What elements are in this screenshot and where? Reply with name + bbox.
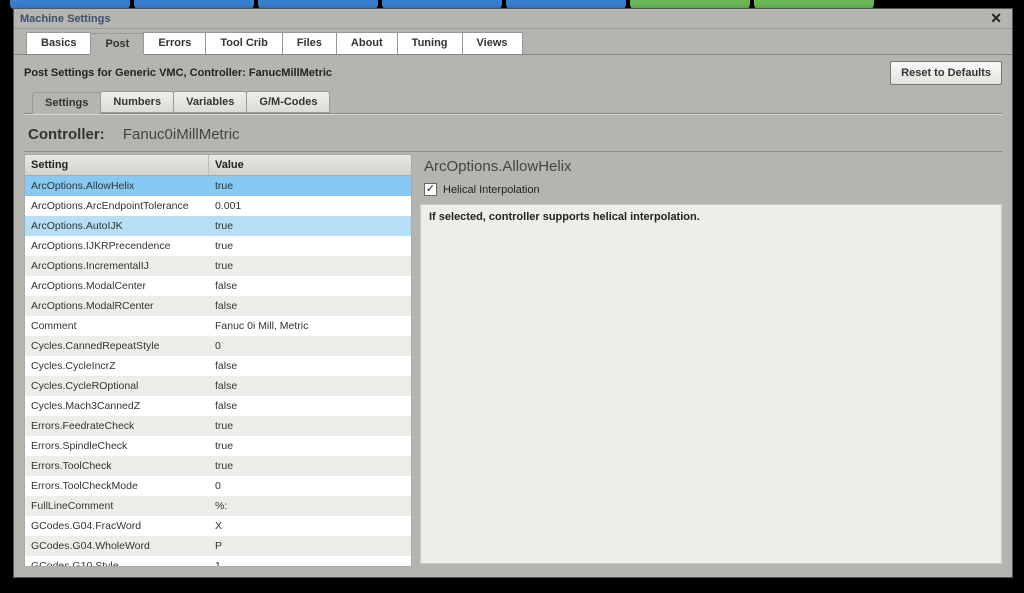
setting-value: %:	[209, 496, 411, 516]
tab-errors[interactable]: Errors	[143, 32, 206, 54]
description-text: If selected, controller supports helical…	[429, 211, 700, 223]
table-row[interactable]: CommentFanuc 0i Mill, Metric	[25, 316, 411, 336]
col-header-setting[interactable]: Setting	[25, 155, 209, 175]
table-row[interactable]: Errors.ToolCheckMode0	[25, 476, 411, 496]
setting-value: true	[209, 236, 411, 256]
setting-name: ArcOptions.IJKRPrecendence	[25, 236, 209, 256]
table-header: Setting Value	[25, 155, 411, 176]
setting-name: GCodes.G04.FracWord	[25, 516, 209, 536]
post-settings-subtitle: Post Settings for Generic VMC, Controlle…	[24, 67, 332, 79]
setting-name: Cycles.CannedRepeatStyle	[25, 336, 209, 356]
subtab-variables[interactable]: Variables	[173, 91, 247, 113]
setting-value: true	[209, 436, 411, 456]
setting-name: ArcOptions.AllowHelix	[25, 176, 209, 196]
setting-name: ArcOptions.IncrementalIJ	[25, 256, 209, 276]
setting-name: ArcOptions.ModalCenter	[25, 276, 209, 296]
table-row[interactable]: GCodes.G10.Style1	[25, 556, 411, 566]
table-row[interactable]: Cycles.CycleIncrZfalse	[25, 356, 411, 376]
tab-basics[interactable]: Basics	[26, 32, 91, 54]
setting-value: true	[209, 176, 411, 196]
detail-title: ArcOptions.AllowHelix	[420, 154, 1002, 181]
helical-interpolation-checkbox-row: ✓ Helical Interpolation	[420, 181, 1002, 204]
table-row[interactable]: Cycles.CycleROptionalfalse	[25, 376, 411, 396]
setting-name: GCodes.G10.Style	[25, 556, 209, 566]
setting-name: GCodes.G04.WholeWord	[25, 536, 209, 556]
table-row[interactable]: Cycles.CannedRepeatStyle0	[25, 336, 411, 356]
tab-tuning[interactable]: Tuning	[397, 32, 463, 54]
setting-name: Cycles.CycleROptional	[25, 376, 209, 396]
tab-post[interactable]: Post	[90, 33, 144, 55]
detail-panel: ArcOptions.AllowHelix ✓ Helical Interpol…	[420, 154, 1002, 567]
setting-value: 0.001	[209, 196, 411, 216]
setting-value: 0	[209, 336, 411, 356]
controller-heading: Controller: Fanuc0iMillMetric	[24, 120, 1002, 151]
setting-name: Errors.ToolCheckMode	[25, 476, 209, 496]
close-icon[interactable]: ✕	[986, 10, 1006, 27]
setting-value: true	[209, 456, 411, 476]
table-row[interactable]: ArcOptions.ModalCenterfalse	[25, 276, 411, 296]
table-row[interactable]: Errors.SpindleChecktrue	[25, 436, 411, 456]
window-title: Machine Settings	[20, 13, 110, 25]
controller-name: Fanuc0iMillMetric	[123, 126, 240, 143]
setting-value: false	[209, 356, 411, 376]
subtab-numbers[interactable]: Numbers	[100, 91, 174, 113]
table-row[interactable]: ArcOptions.ModalRCenterfalse	[25, 296, 411, 316]
table-row[interactable]: FullLineComment%:	[25, 496, 411, 516]
checkbox-label: Helical Interpolation	[443, 184, 540, 196]
setting-name: Errors.SpindleCheck	[25, 436, 209, 456]
subtab-settings[interactable]: Settings	[32, 92, 101, 114]
content-split: Setting Value ArcOptions.AllowHelixtrueA…	[24, 151, 1002, 567]
setting-value: Fanuc 0i Mill, Metric	[209, 316, 411, 336]
sub-tabs: SettingsNumbersVariablesG/M-Codes	[32, 91, 1002, 113]
tab-views[interactable]: Views	[462, 32, 523, 54]
main-tabs: BasicsPostErrorsTool CribFilesAboutTunin…	[14, 29, 1012, 54]
tab-files[interactable]: Files	[282, 32, 337, 54]
setting-value: P	[209, 536, 411, 556]
tab-tool-crib[interactable]: Tool Crib	[205, 32, 282, 54]
setting-name: ArcOptions.ArcEndpointTolerance	[25, 196, 209, 216]
description-box: If selected, controller supports helical…	[420, 204, 1002, 564]
setting-name: ArcOptions.ModalRCenter	[25, 296, 209, 316]
dialog-body: Post Settings for Generic VMC, Controlle…	[14, 54, 1012, 577]
setting-name: Errors.FeedrateCheck	[25, 416, 209, 436]
setting-value: true	[209, 416, 411, 436]
table-row[interactable]: ArcOptions.IncrementalIJtrue	[25, 256, 411, 276]
controller-label: Controller:	[28, 126, 105, 143]
setting-name: ArcOptions.AutoIJK	[25, 216, 209, 236]
subtab-g-m-codes[interactable]: G/M-Codes	[246, 91, 330, 113]
setting-value: true	[209, 256, 411, 276]
setting-value: false	[209, 276, 411, 296]
table-row[interactable]: Errors.ToolChecktrue	[25, 456, 411, 476]
table-body[interactable]: ArcOptions.AllowHelixtrueArcOptions.ArcE…	[25, 176, 411, 566]
reset-to-defaults-button[interactable]: Reset to Defaults	[890, 61, 1002, 85]
setting-name: Comment	[25, 316, 209, 336]
table-row[interactable]: Errors.FeedrateChecktrue	[25, 416, 411, 436]
setting-value: false	[209, 296, 411, 316]
machine-settings-dialog: Machine Settings ✕ BasicsPostErrorsTool …	[13, 8, 1013, 578]
table-row[interactable]: ArcOptions.IJKRPrecendencetrue	[25, 236, 411, 256]
setting-value: true	[209, 216, 411, 236]
setting-name: Errors.ToolCheck	[25, 456, 209, 476]
settings-table: Setting Value ArcOptions.AllowHelixtrueA…	[24, 154, 412, 567]
setting-name: FullLineComment	[25, 496, 209, 516]
setting-name: Cycles.Mach3CannedZ	[25, 396, 209, 416]
table-row[interactable]: ArcOptions.AutoIJKtrue	[25, 216, 411, 236]
table-row[interactable]: GCodes.G04.FracWordX	[25, 516, 411, 536]
table-row[interactable]: ArcOptions.AllowHelixtrue	[25, 176, 411, 196]
divider	[24, 113, 1002, 114]
setting-value: false	[209, 376, 411, 396]
table-row[interactable]: Cycles.Mach3CannedZfalse	[25, 396, 411, 416]
setting-value: X	[209, 516, 411, 536]
col-header-value[interactable]: Value	[209, 155, 411, 175]
setting-value: 1	[209, 556, 411, 566]
setting-name: Cycles.CycleIncrZ	[25, 356, 209, 376]
table-row[interactable]: GCodes.G04.WholeWordP	[25, 536, 411, 556]
helical-interpolation-checkbox[interactable]: ✓	[424, 183, 437, 196]
tab-about[interactable]: About	[336, 32, 398, 54]
titlebar: Machine Settings ✕	[14, 9, 1012, 29]
setting-value: 0	[209, 476, 411, 496]
setting-value: false	[209, 396, 411, 416]
table-row[interactable]: ArcOptions.ArcEndpointTolerance0.001	[25, 196, 411, 216]
subtitle-row: Post Settings for Generic VMC, Controlle…	[24, 61, 1002, 85]
